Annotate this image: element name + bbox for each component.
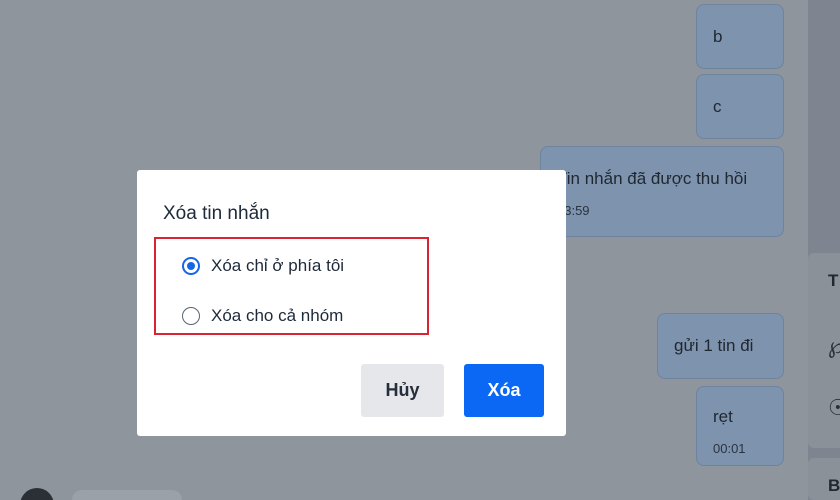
side-panel-card-letter: T: [828, 271, 839, 290]
option-label: Xóa chỉ ở phía tôi: [211, 256, 345, 275]
delete-for-me-option[interactable]: Xóa chỉ ở phía tôi: [182, 256, 344, 276]
message-time: 00:01: [713, 441, 746, 456]
message-bubble[interactable]: c: [696, 74, 784, 139]
radio-checked-icon[interactable]: [182, 257, 200, 275]
message-text: rẹt: [713, 407, 733, 426]
message-bubble[interactable]: b: [696, 4, 784, 69]
info-icon: ☉: [828, 395, 840, 420]
delete-for-group-option[interactable]: Xóa cho cả nhóm: [182, 306, 343, 326]
option-label: Xóa cho cả nhóm: [211, 306, 344, 325]
avatar[interactable]: [20, 488, 54, 500]
message-text: Tin nhắn đã được thu hồi: [557, 169, 748, 188]
side-panel-card-letter: B: [828, 476, 840, 495]
dialog-title: Xóa tin nhắn: [163, 203, 270, 224]
message-bubble[interactable]: rẹt 00:01: [696, 386, 784, 466]
message-preview: [72, 490, 182, 500]
message-text: gửi 1 tin đi: [674, 336, 754, 355]
message-text: b: [713, 27, 723, 46]
cancel-button[interactable]: Hủy: [361, 364, 444, 417]
side-panel-card[interactable]: T ℘ ☉: [808, 253, 840, 448]
delete-button[interactable]: Xóa: [464, 364, 544, 417]
side-panel-card[interactable]: B: [808, 458, 840, 500]
link-icon: ℘: [828, 333, 840, 358]
message-text: c: [713, 97, 722, 116]
radio-unchecked-icon[interactable]: [182, 307, 200, 325]
message-bubble[interactable]: gửi 1 tin đi: [657, 313, 784, 379]
recalled-message-bubble[interactable]: Tin nhắn đã được thu hồi 23:59: [540, 146, 784, 237]
delete-message-dialog: Xóa tin nhắn Xóa chỉ ở phía tôi Xóa cho …: [137, 170, 566, 436]
